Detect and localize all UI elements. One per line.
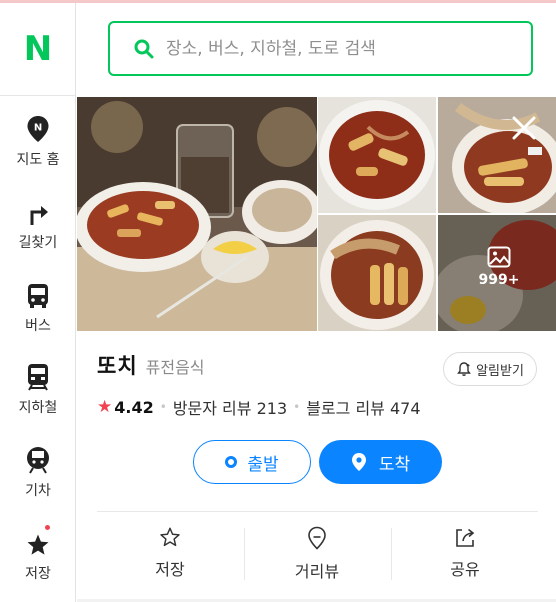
depart-button-label: 출발 <box>247 454 279 475</box>
sidebar-item-saved[interactable]: 저장 <box>0 525 76 597</box>
train-icon <box>25 444 51 474</box>
search-box[interactable] <box>108 21 533 76</box>
arrive-button-label: 도착 <box>378 454 411 475</box>
star-icon <box>26 525 50 557</box>
sidebar-item-label: 기차 <box>25 483 51 499</box>
svg-text:N: N <box>34 123 42 134</box>
share-icon <box>456 528 475 547</box>
more-photos-count: 999+ <box>478 272 520 288</box>
place-name[interactable]: 또치 <box>97 350 138 380</box>
street-view-pin-icon <box>308 526 326 550</box>
sidebar-item-label: 저장 <box>25 566 51 582</box>
depart-origin-icon <box>225 456 238 468</box>
photo-thumbnail[interactable] <box>318 97 436 213</box>
visitor-reviews-link[interactable]: 방문자 리뷰 213 <box>173 395 287 419</box>
sidebar-item-label: 버스 <box>25 318 51 334</box>
share-button[interactable]: 공유 <box>410 526 520 580</box>
top-accent-strip <box>0 0 556 3</box>
separator-dot: • <box>159 400 167 414</box>
search-icon <box>134 39 154 58</box>
place-title-row: 또치 퓨전음식 <box>97 350 205 380</box>
map-pin-icon: N <box>26 113 50 143</box>
arrive-button[interactable]: 도착 <box>319 440 442 484</box>
rating-star-icon: ★ <box>97 397 113 417</box>
bus-icon <box>27 279 49 309</box>
sidebar-item-label: 지도 홈 <box>16 152 60 168</box>
sidebar-item-directions[interactable]: 길찾기 <box>0 196 76 266</box>
street-view-button-label: 거리뷰 <box>294 562 340 581</box>
main-photo[interactable] <box>77 97 317 331</box>
blog-reviews-link[interactable]: 블로그 리뷰 474 <box>306 395 420 419</box>
sidebar-item-bus[interactable]: 버스 <box>0 279 76 349</box>
sidebar-item-label: 길찾기 <box>18 235 58 251</box>
action-separator <box>244 528 245 580</box>
close-icon[interactable] <box>510 114 538 142</box>
depart-button[interactable]: 출발 <box>193 440 311 484</box>
rating-row: ★ 4.42 • 방문자 리뷰 213 • 블로그 리뷰 474 <box>97 395 421 419</box>
photo-gallery <box>77 97 556 331</box>
place-category: 퓨전음식 <box>145 358 205 377</box>
search-input[interactable] <box>166 38 526 59</box>
logo-area[interactable]: N <box>0 3 75 96</box>
image-icon <box>487 246 511 268</box>
section-divider <box>97 511 538 512</box>
new-notification-dot <box>45 525 50 530</box>
alarm-button[interactable]: 알림받기 <box>443 352 537 386</box>
bell-plus-icon <box>457 362 471 376</box>
street-view-button[interactable]: 거리뷰 <box>262 526 372 582</box>
subway-icon <box>26 361 50 391</box>
alarm-button-label: 알림받기 <box>476 363 524 379</box>
action-separator <box>391 528 392 580</box>
naver-logo[interactable]: N <box>24 29 52 69</box>
photo-thumbnail[interactable] <box>438 97 556 213</box>
share-button-label: 공유 <box>450 560 480 579</box>
directions-icon <box>27 196 49 226</box>
sidebar-item-label: 지하철 <box>18 400 58 416</box>
sidebar-item-subway[interactable]: 지하철 <box>0 361 76 431</box>
sidebar-item-map-home[interactable]: N 지도 홈 <box>0 113 76 183</box>
sidebar-item-train[interactable]: 기차 <box>0 444 76 514</box>
separator-dot: • <box>293 400 301 414</box>
save-button[interactable]: 저장 <box>115 526 225 580</box>
left-sidebar: N N 지도 홈 길찾기 버스 지하철 기차 저장 <box>0 3 76 602</box>
star-outline-icon <box>160 527 180 547</box>
save-button-label: 저장 <box>155 560 185 579</box>
rating-value: 4.42 <box>114 397 154 417</box>
photo-thumbnail[interactable] <box>318 215 436 331</box>
location-pin-icon <box>351 453 366 471</box>
more-photos-badge[interactable]: 999+ <box>475 246 523 288</box>
